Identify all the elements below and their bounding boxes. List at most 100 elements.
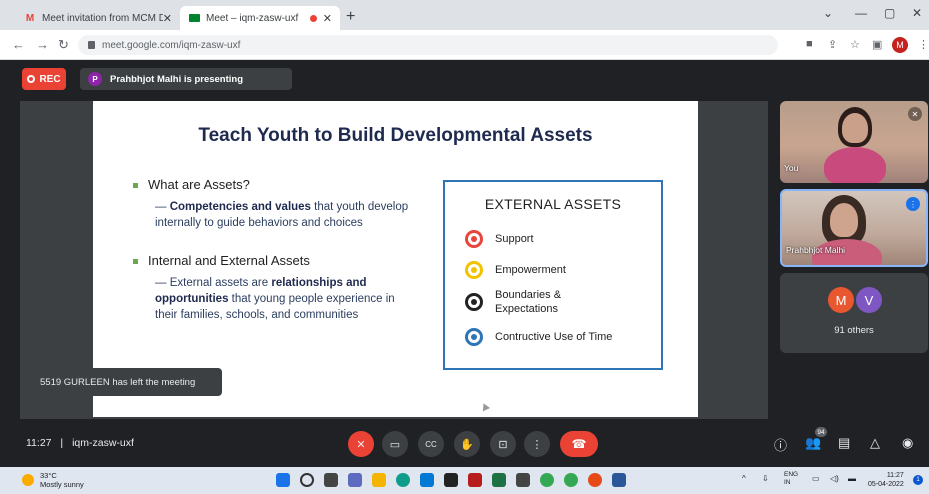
weather-text: Mostly sunny [40, 480, 84, 489]
network-icon[interactable]: ▭ [812, 474, 820, 483]
camera-in-use-icon[interactable]: ■ [806, 38, 813, 50]
chat-icon[interactable]: ▤ [838, 435, 850, 451]
captions-button[interactable]: CC [418, 431, 444, 457]
mic-toggle-button[interactable]: ✕ [348, 431, 374, 457]
toast-text: 5519 GURLEEN has left the meeting [40, 376, 196, 388]
tray-app-icon[interactable]: ⇩ [762, 474, 769, 483]
meeting-info: 11:27 | iqm-zasw-uxf [26, 437, 134, 449]
side-panel-icon[interactable]: ▣ [872, 38, 882, 51]
close-tab-icon[interactable]: ✕ [323, 12, 332, 25]
tray-chevron-icon[interactable]: ^ [742, 474, 746, 483]
camera-toggle-button[interactable]: ▭ [382, 431, 408, 457]
windows-taskbar: 33°C Mostly sunny ^ ⇩ ENG IN ▭ ◁) ▬ 11:2… [0, 467, 929, 494]
asset-label: Contructive Use of Time [495, 331, 613, 343]
sub-bullet-text: External assets are [169, 277, 272, 289]
teams-icon[interactable] [348, 473, 362, 487]
bullet-square-icon [133, 259, 138, 265]
profile-avatar[interactable]: M [892, 37, 908, 53]
tab-title: Meet – iqm-zasw-uxf [206, 12, 299, 24]
start-button-icon[interactable] [276, 473, 290, 487]
camera-icon: ▭ [389, 438, 401, 451]
asset-label: Empowerment [495, 264, 566, 276]
temperature: 33°C [40, 471, 57, 480]
url-text: meet.google.com/iqm-zasw-uxf [102, 39, 241, 51]
battery-icon[interactable]: ▬ [848, 474, 856, 483]
file-explorer-icon[interactable] [372, 473, 386, 487]
others-tile[interactable]: M V 91 others [780, 273, 928, 353]
share-icon[interactable]: ⇪ [828, 38, 837, 51]
recording-indicator-icon [309, 14, 317, 22]
activities-icon[interactable]: △ [870, 435, 880, 451]
meet-header: REC P Prahbhjot Malhi is presenting [0, 60, 929, 98]
speaking-indicator-icon: ⋮ [906, 197, 920, 211]
mic-off-icon: ✕ [908, 107, 922, 121]
hand-icon: ✋ [460, 438, 474, 451]
meeting-details-icon[interactable]: ⓘ [774, 435, 787, 454]
minimize-button[interactable]: — [855, 6, 867, 20]
chrome-icon[interactable] [564, 473, 578, 487]
app-icon[interactable] [588, 473, 602, 487]
taskbar-clock[interactable]: 11:27 05-04-2022 [868, 471, 904, 489]
weather-widget[interactable]: 33°C Mostly sunny [22, 471, 84, 489]
host-controls-icon[interactable]: ◉ [902, 435, 913, 451]
notification-badge[interactable]: 1 [913, 475, 923, 485]
slide-bullet: What are Assets? [133, 177, 250, 192]
forward-arrow-icon[interactable]: → [36, 37, 49, 52]
mic-off-icon: ✕ [356, 438, 366, 451]
volume-icon[interactable]: ◁) [830, 474, 839, 483]
bookmark-star-icon[interactable]: ☆ [850, 38, 860, 51]
calendar-app-icon[interactable] [468, 473, 482, 487]
bullet-text: What are Assets? [148, 177, 250, 192]
slide-sub-bullet: — Competencies and values that youth dev… [155, 199, 415, 231]
close-tab-icon[interactable]: ✕ [163, 12, 172, 25]
tab-search-icon[interactable]: ⌄ [823, 6, 833, 20]
people-icon[interactable]: 👥 [805, 435, 821, 451]
presenter-video-tile[interactable]: ⋮ Prahbhjot Malhi [780, 189, 928, 267]
self-body [824, 147, 886, 183]
word-icon[interactable] [612, 473, 626, 487]
close-window-button[interactable]: ✕ [912, 6, 922, 20]
time-icon [465, 328, 483, 346]
tab-title: Meet invitation from MCM DAV [42, 12, 163, 24]
excel-icon[interactable] [492, 473, 506, 487]
store-icon[interactable] [420, 473, 434, 487]
maximize-button[interactable]: ▢ [884, 6, 895, 20]
presenter-label: Prahbhjot Malhi [786, 245, 846, 255]
task-view-icon[interactable] [324, 473, 338, 487]
lock-icon [88, 41, 95, 49]
participant-count-badge: 94 [815, 427, 827, 437]
dash: — [155, 201, 167, 213]
asset-item-boundaries: Boundaries & Expectations [465, 288, 585, 316]
chrome-icon[interactable] [540, 473, 554, 487]
meeting-time: 11:27 [26, 437, 52, 449]
present-now-button[interactable]: ⊡ [490, 431, 516, 457]
slide-sub-bullet: — External assets are relationships and … [155, 275, 407, 323]
app-icon[interactable] [516, 473, 530, 487]
empowerment-icon [465, 261, 483, 279]
edge-icon[interactable] [396, 473, 410, 487]
search-icon[interactable] [300, 473, 314, 487]
rec-label: REC [39, 73, 61, 85]
raise-hand-button[interactable]: ✋ [454, 431, 480, 457]
tab-gmail[interactable]: M Meet invitation from MCM DAV ✕ [16, 6, 180, 30]
tab-meet[interactable]: Meet – iqm-zasw-uxf ✕ [180, 6, 340, 30]
self-label: You [784, 163, 799, 173]
presenter-avatar: P [88, 72, 102, 86]
app-icon[interactable] [444, 473, 458, 487]
self-video-tile[interactable]: ✕ You [780, 101, 928, 183]
more-menu-icon[interactable]: ⋮ [918, 38, 929, 51]
recording-badge: REC [22, 68, 66, 90]
mouse-cursor-icon [479, 401, 491, 412]
presenter-face [830, 203, 858, 237]
more-options-button[interactable]: ⋮ [524, 431, 550, 457]
clock-date: 05-04-2022 [868, 481, 904, 488]
record-icon [27, 75, 36, 83]
captions-icon: CC [425, 439, 437, 449]
back-arrow-icon[interactable]: ← [12, 37, 25, 52]
boundaries-icon [465, 293, 483, 311]
reload-icon[interactable]: ↻ [58, 37, 69, 53]
leave-call-button[interactable]: ☎ [560, 431, 598, 457]
address-bar[interactable]: meet.google.com/iqm-zasw-uxf [78, 35, 778, 55]
new-tab-button[interactable]: + [346, 8, 355, 26]
language-indicator[interactable]: ENG IN [784, 471, 798, 487]
